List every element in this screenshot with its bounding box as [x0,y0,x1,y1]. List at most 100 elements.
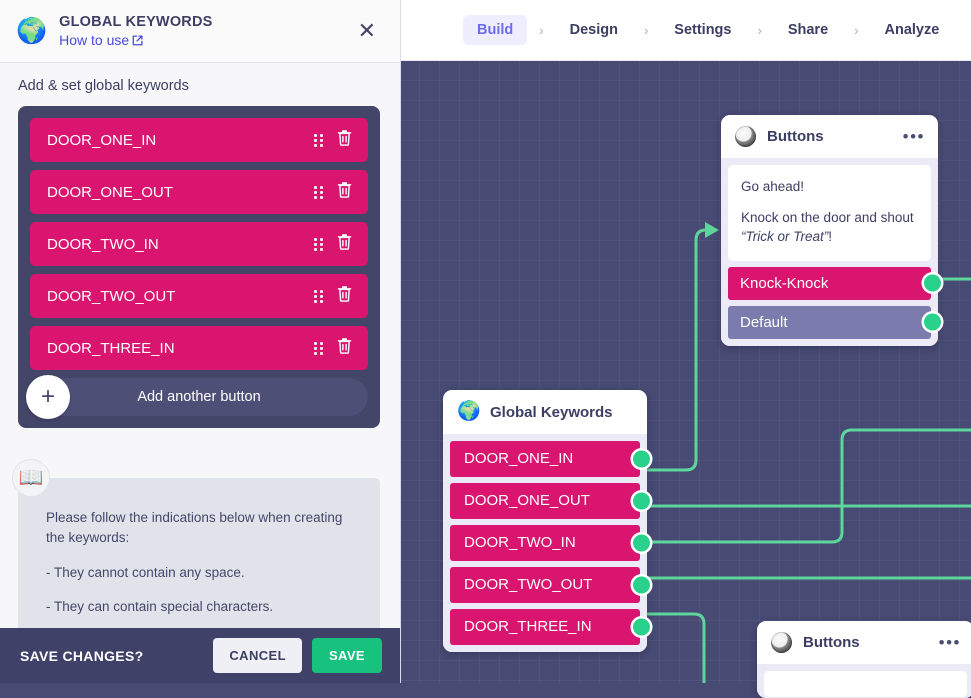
trash-icon[interactable] [337,181,352,203]
nav-tab-list: Build › Design › Settings › Share › Analyze [463,15,953,45]
nav-tab-analyze[interactable]: Analyze [870,15,953,45]
drag-handle-icon[interactable] [314,341,323,355]
save-button[interactable]: SAVE [311,638,382,673]
save-changes-label: SAVE CHANGES? [20,647,144,664]
nav-separator: › [643,22,649,38]
panel-header: 🌍 GLOBAL KEYWORDS How to use ✕ [0,0,400,63]
external-link-icon [132,35,143,46]
keyword-label: DOOR_TWO_OUT [47,287,176,305]
top-navigation-bar: Build › Design › Settings › Share › Analyze [400,0,971,61]
nav-separator: › [854,22,859,38]
node-keyword-row[interactable]: DOOR_THREE_IN [450,609,650,645]
keyword-label: DOOR_ONE_OUT [47,183,173,201]
node-keyword-label: DOOR_TWO_IN [464,534,576,551]
node-header: Buttons ••• [757,621,971,664]
keyword-row[interactable]: DOOR_THREE_IN [30,326,368,370]
node-title: Buttons [767,128,824,145]
close-icon[interactable]: ✕ [352,16,382,46]
keyword-row[interactable]: DOOR_TWO_IN [30,222,368,266]
node-body [757,664,971,698]
keyword-row[interactable]: DOOR_ONE_IN [30,118,368,162]
node-keyword-row[interactable]: DOOR_ONE_IN [450,441,650,477]
node-header: 🌍 Global Keywords [443,390,647,434]
node-header: Buttons ••• [721,115,938,158]
output-port[interactable] [633,534,650,552]
save-changes-bar: SAVE CHANGES? CANCEL SAVE [0,628,400,683]
message-line-2: Knock on the door and shout “Trick or Tr… [741,208,918,247]
nav-tab-settings[interactable]: Settings [660,15,745,45]
keyword-list: DOOR_ONE_IN DOOR_ONE_OUT DOOR_TWO_IN DOOR_T… [30,118,368,370]
info-intro: Please follow the indications below when… [46,510,343,546]
radio-button-icon [771,632,792,653]
message-bubble [764,671,967,697]
node-button-knock-knock[interactable]: Knock-Knock [728,266,941,300]
message-text-part1: Knock on the door and shout [741,209,914,225]
info-callout: 📖 Please follow the indications below wh… [12,459,380,628]
keyword-row[interactable]: DOOR_TWO_OUT [30,274,368,318]
trash-icon[interactable] [337,337,352,359]
how-to-use-link[interactable]: How to use [59,32,351,48]
node-title: Buttons [803,634,860,651]
info-rule: - They cannot contain any space. [46,564,245,580]
info-callout-body: Please follow the indications below when… [18,478,380,628]
flow-node-buttons-top[interactable]: Buttons ••• Go ahead! Knock on the door … [721,115,941,346]
keyword-list-box: DOOR_ONE_IN DOOR_ONE_OUT DOOR_TWO_IN DOOR_T… [18,106,380,428]
output-port[interactable] [633,492,650,510]
panel-title: GLOBAL KEYWORDS [59,14,213,30]
nav-tab-build[interactable]: Build [463,15,528,45]
node-button-label: Knock-Knock [740,274,829,292]
radio-button-icon [735,126,756,147]
node-keyword-row[interactable]: DOOR_TWO_OUT [450,567,650,603]
node-keyword-row[interactable]: DOOR_TWO_IN [450,525,650,561]
node-keyword-row[interactable]: DOOR_ONE_OUT [450,483,650,519]
add-another-button[interactable]: + Add another button [26,375,368,419]
trash-icon[interactable] [337,233,352,255]
add-another-button-label: Add another button [137,389,261,405]
drag-handle-icon[interactable] [314,237,323,251]
nav-tab-share[interactable]: Share [774,15,842,45]
output-port[interactable] [633,618,650,636]
node-body: Go ahead! Knock on the door and shout “T… [721,158,941,346]
keyword-row[interactable]: DOOR_ONE_OUT [30,170,368,214]
trash-icon[interactable] [337,129,352,151]
panel-scroll-area[interactable]: Add & set global keywords DOOR_ONE_IN DOO… [0,63,400,628]
keyword-label: DOOR_TWO_IN [47,235,159,253]
keyword-label: DOOR_ONE_IN [47,131,157,149]
keyword-label: DOOR_THREE_IN [47,339,175,357]
drag-handle-icon[interactable] [314,133,323,147]
output-port[interactable] [633,576,650,594]
message-bubble: Go ahead! Knock on the door and shout “T… [728,165,931,261]
flow-node-buttons-bottom[interactable]: Buttons ••• [757,621,971,698]
how-to-use-label: How to use [59,32,130,48]
nav-separator: › [757,22,762,38]
message-text-emph: “Trick or Treat” [741,229,829,245]
flow-node-global-keywords[interactable]: 🌍 Global Keywords DOOR_ONE_IN DOOR_ONE_OU… [443,390,650,652]
nav-tab-design[interactable]: Design [556,15,632,45]
node-button-default[interactable]: Default [728,305,941,339]
globe-icon: 🌍 [16,16,48,45]
output-port[interactable] [924,313,941,331]
drag-handle-icon[interactable] [314,289,323,303]
node-menu-icon[interactable]: ••• [939,634,961,651]
node-menu-icon[interactable]: ••• [903,128,925,145]
panel-header-text: GLOBAL KEYWORDS How to use [59,14,351,48]
message-line-1: Go ahead! [741,179,805,194]
trash-icon[interactable] [337,285,352,307]
output-port[interactable] [924,274,941,292]
node-keyword-label: DOOR_THREE_IN [464,618,592,635]
nav-separator: › [539,22,544,38]
open-book-icon: 📖 [12,459,50,497]
plus-icon: + [26,375,70,419]
info-rule: - They can contain special characters. [46,598,274,614]
drag-handle-icon[interactable] [314,185,323,199]
node-keyword-label: DOOR_TWO_OUT [464,576,593,593]
output-port[interactable] [633,450,650,468]
node-keyword-label: DOOR_ONE_IN [464,450,574,467]
panel-section-label: Add & set global keywords [18,78,189,94]
globe-icon: 🌍 [457,401,481,422]
cancel-button[interactable]: CANCEL [213,638,302,673]
node-keyword-label: DOOR_ONE_OUT [464,492,590,509]
node-button-label: Default [740,313,788,331]
node-body: DOOR_ONE_IN DOOR_ONE_OUT DOOR_TWO_IN DOOR_T… [443,434,650,652]
message-text-part2: ! [828,229,833,245]
